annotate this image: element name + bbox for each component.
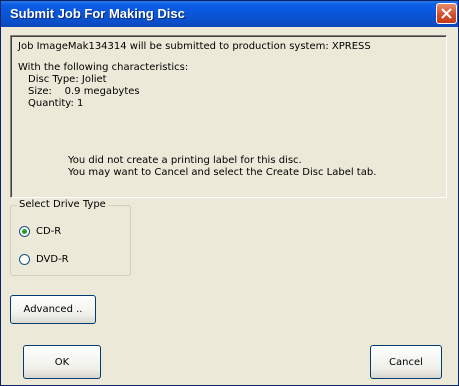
label-warning-text: You did not create a printing label for …: [68, 155, 302, 166]
ok-button[interactable]: OK: [23, 345, 101, 379]
close-button[interactable]: [436, 3, 457, 24]
size-text: Size: 0.9 megabytes: [28, 86, 140, 97]
quantity-text: Quantity: 1: [28, 98, 84, 109]
drive-type-legend: Select Drive Type: [17, 199, 108, 210]
submit-job-dialog: Submit Job For Making Disc Job ImageMak1…: [0, 0, 459, 386]
title-bar[interactable]: Submit Job For Making Disc: [1, 1, 458, 27]
label-suggestion-text: You may want to Cancel and select the Cr…: [68, 167, 377, 178]
disc-type-text: Disc Type: Joliet: [28, 74, 107, 85]
cancel-button[interactable]: Cancel: [370, 345, 442, 379]
characteristics-heading: With the following characteristics:: [18, 62, 189, 73]
radio-button-unchecked[interactable]: [19, 253, 30, 265]
radio-label-dvd-r: DVD-R: [36, 253, 69, 265]
job-info-panel: Job ImageMak134314 will be submitted to …: [10, 35, 447, 198]
close-icon: [441, 8, 452, 19]
job-submission-text: Job ImageMak134314 will be submitted to …: [18, 41, 371, 52]
radio-dvd-r[interactable]: DVD-R: [19, 252, 69, 266]
window-title: Submit Job For Making Disc: [10, 6, 185, 21]
drive-type-group: Select Drive Type CD-R DVD-R: [10, 199, 131, 276]
radio-cd-r[interactable]: CD-R: [19, 224, 61, 238]
radio-button-checked[interactable]: [19, 225, 30, 237]
radio-label-cd-r: CD-R: [36, 225, 62, 237]
advanced-button[interactable]: Advanced ..: [10, 295, 96, 324]
